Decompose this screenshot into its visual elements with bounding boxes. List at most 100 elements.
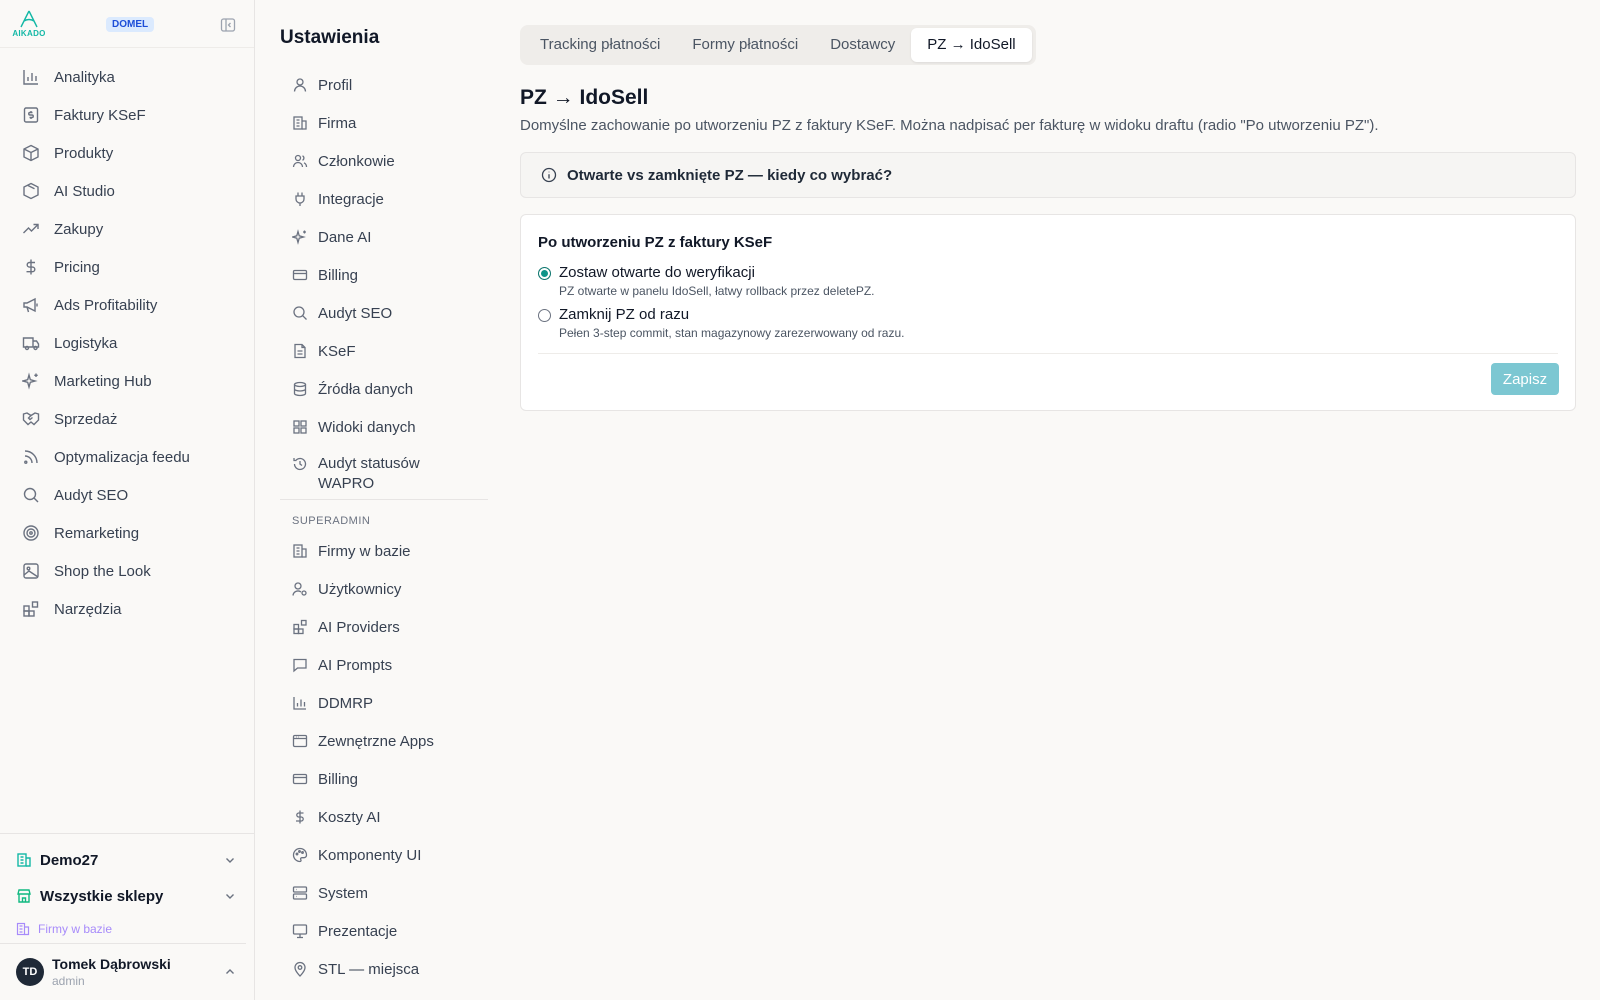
map-pin-icon <box>294 961 306 977</box>
settings-item-zrodla-danych[interactable]: Źródła danych <box>280 370 488 408</box>
user-cog-icon <box>292 582 307 596</box>
settings-item-label: Audyt statusów WAPRO <box>318 455 420 492</box>
info-collapsible[interactable]: Otwarte vs zamknięte PZ — kiedy co wybra… <box>520 152 1576 198</box>
settings-item-label: Integracje <box>318 190 384 208</box>
radio-button-checked[interactable] <box>538 267 551 280</box>
image-icon <box>23 563 39 579</box>
tab-pz-idosell[interactable]: PZ → IdoSell <box>911 28 1032 62</box>
tab-tracking-platnosci[interactable]: Tracking płatności <box>524 28 676 62</box>
sparkles-icon <box>292 229 306 245</box>
store-name: Wszystkie sklepy <box>40 887 164 905</box>
settings-item-audyt-seo[interactable]: Audyt SEO <box>280 294 488 332</box>
user-info: Tomek Dąbrowski admin <box>52 956 171 988</box>
settings-item-ddmrp[interactable]: DDMRP <box>280 684 488 722</box>
settings-item-billing[interactable]: Billing <box>280 256 488 294</box>
settings-item-label: Komponenty UI <box>318 846 422 864</box>
settings-item-label: Źródła danych <box>318 380 414 398</box>
settings-item-ksef[interactable]: KSeF <box>280 332 488 370</box>
card-divider <box>538 353 1558 354</box>
nav-item-narzedzia[interactable]: Narzędzia <box>0 590 254 628</box>
settings-item-ai-providers[interactable]: AI Providers <box>280 608 488 646</box>
settings-item-profil[interactable]: Profil <box>280 66 488 104</box>
settings-list: Profil Firma Członkowie Integracje Dane … <box>280 66 488 988</box>
settings-item-prezentacje[interactable]: Prezentacje <box>280 912 488 950</box>
settings-item-czlonkowie[interactable]: Członkowie <box>280 142 488 180</box>
nav-item-logistyka[interactable]: Logistyka <box>0 324 254 362</box>
chevron-down-icon <box>226 858 234 863</box>
settings-item-firmy-w-bazie[interactable]: Firmy w bazie <box>280 532 488 570</box>
box-icon <box>23 182 39 200</box>
user-menu[interactable]: TD Tomek Dąbrowski admin <box>0 944 254 1000</box>
palette-icon <box>292 847 308 863</box>
settings-item-system[interactable]: System <box>280 874 488 912</box>
radio-help-text: PZ otwarte w panelu IdoSell, łatwy rollb… <box>559 284 875 298</box>
settings-item-koszty-ai[interactable]: Koszty AI <box>280 798 488 836</box>
settings-item-label: Billing <box>318 266 359 284</box>
main-nav: Analityka Faktury KSeF Produkty AI Studi… <box>0 48 254 628</box>
settings-item-billing-admin[interactable]: Billing <box>280 760 488 798</box>
nav-item-analityka[interactable]: Analityka <box>0 58 254 96</box>
sidebar-header: AIKADO DOMEL <box>0 0 254 48</box>
settings-item-zewnetrzne-apps[interactable]: Zewnętrzne Apps <box>280 722 488 760</box>
info-icon <box>541 167 557 183</box>
nav-item-label: Sprzedaż <box>54 410 118 428</box>
store-switcher[interactable]: Wszystkie sklepy <box>0 878 254 914</box>
invoice-dollar-icon <box>23 107 39 123</box>
truck-icon <box>22 337 40 351</box>
nav-item-label: Audyt SEO <box>54 486 129 504</box>
chevron-down-icon <box>226 894 234 899</box>
file-text-icon <box>294 343 306 359</box>
settings-item-label: Profil <box>318 76 353 94</box>
settings-item-uzytkownicy[interactable]: Użytkownicy <box>280 570 488 608</box>
radio-button[interactable] <box>538 309 551 322</box>
firms-database-link[interactable]: Firmy w bazie <box>0 914 246 944</box>
dollar-icon <box>26 259 36 275</box>
settings-item-label: Koszty AI <box>318 808 381 826</box>
settings-item-integracje[interactable]: Integracje <box>280 180 488 218</box>
settings-item-dane-ai[interactable]: Dane AI <box>280 218 488 256</box>
settings-item-stl-miejsca[interactable]: STL — miejsca <box>280 950 488 988</box>
nav-item-shop-the-look[interactable]: Shop the Look <box>0 552 254 590</box>
nav-item-remarketing[interactable]: Remarketing <box>0 514 254 552</box>
tenant-badge: DOMEL <box>106 17 155 32</box>
settings-item-audyt-statusow-wapro[interactable]: Audyt statusów WAPRO <box>280 446 488 494</box>
settings-item-firma[interactable]: Firma <box>280 104 488 142</box>
settings-item-label: Firma <box>318 114 357 132</box>
nav-item-audyt-seo[interactable]: Audyt SEO <box>0 476 254 514</box>
settings-item-komponenty-ui[interactable]: Komponenty UI <box>280 836 488 874</box>
settings-item-widoki-danych[interactable]: Widoki danych <box>280 408 488 446</box>
trending-up-icon <box>23 223 39 234</box>
dollar-icon <box>296 810 304 824</box>
nav-item-label: Shop the Look <box>54 562 151 580</box>
nav-item-optymalizacja-feedu[interactable]: Optymalizacja feedu <box>0 438 254 476</box>
nav-item-label: Narzędzia <box>54 600 122 618</box>
firms-link-label: Firmy w bazie <box>38 921 113 936</box>
sidebar-collapse-icon[interactable] <box>220 17 236 33</box>
sparkles-icon <box>22 372 38 390</box>
nav-item-label: Optymalizacja feedu <box>54 448 190 466</box>
package-icon <box>23 144 39 162</box>
save-button[interactable]: Zapisz <box>1491 363 1559 395</box>
radio-option-close-now[interactable]: Zamknij PZ od razu Pełen 3-step commit, … <box>538 306 905 340</box>
blocks-icon <box>293 619 307 635</box>
brand-logo[interactable]: AIKADO <box>12 10 46 38</box>
nav-item-zakupy[interactable]: Zakupy <box>0 210 254 248</box>
target-icon <box>23 525 39 541</box>
nav-item-marketing-hub[interactable]: Marketing Hub <box>0 362 254 400</box>
settings-item-label: Prezentacje <box>318 922 398 940</box>
settings-tabs: Tracking płatności Formy płatności Dosta… <box>520 25 1036 65</box>
nav-item-sprzedaz[interactable]: Sprzedaż <box>0 400 254 438</box>
tab-dostawcy[interactable]: Dostawcy <box>814 28 911 62</box>
nav-item-ai-studio[interactable]: AI Studio <box>0 172 254 210</box>
tab-formy-platnosci[interactable]: Formy płatności <box>676 28 814 62</box>
user-role: admin <box>52 974 85 988</box>
building-icon <box>293 544 307 558</box>
building-icon <box>16 922 30 935</box>
org-switcher[interactable]: Demo27 <box>0 842 254 878</box>
nav-item-ads-profitability[interactable]: Ads Profitability <box>0 286 254 324</box>
nav-item-produkty[interactable]: Produkty <box>0 134 254 172</box>
settings-item-ai-prompts[interactable]: AI Prompts <box>280 646 488 684</box>
nav-item-faktury-ksef[interactable]: Faktury KSeF <box>0 96 254 134</box>
nav-item-pricing[interactable]: Pricing <box>0 248 254 286</box>
radio-option-keep-open[interactable]: Zostaw otwarte do weryfikacji PZ otwarte… <box>538 264 874 298</box>
